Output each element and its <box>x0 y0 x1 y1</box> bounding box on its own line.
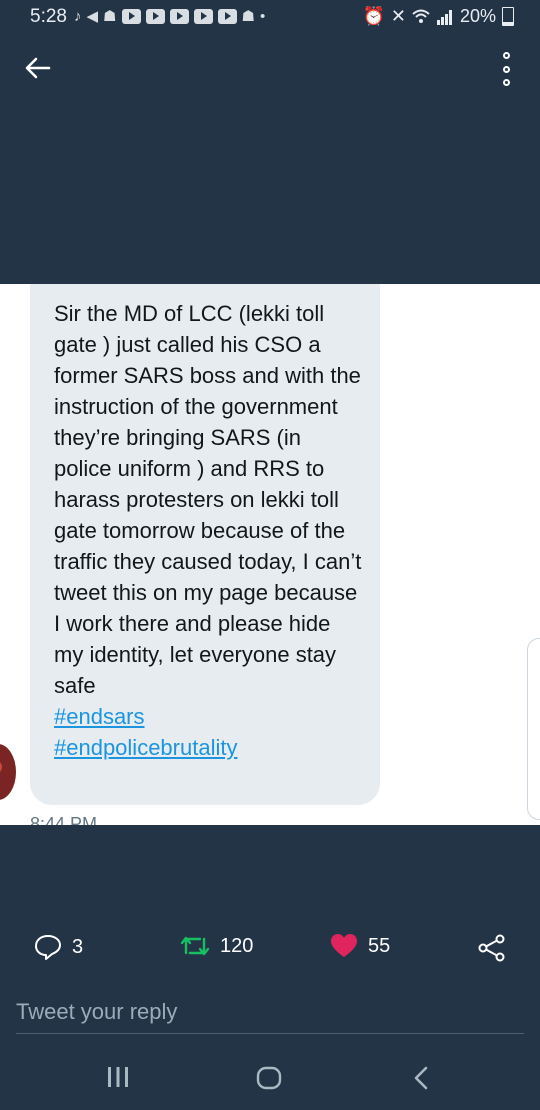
home-icon <box>256 1066 282 1090</box>
battery-text: 20% <box>459 6 496 26</box>
status-time: 5:28 <box>30 6 67 27</box>
reply-icon <box>35 935 61 960</box>
home-button[interactable] <box>256 1065 282 1096</box>
retweet-icon <box>180 936 210 956</box>
like-button[interactable]: 55 <box>330 933 390 959</box>
battery-icon <box>502 7 514 26</box>
system-status: ⏰ ✕ 20% <box>362 6 514 27</box>
share-icon <box>478 934 505 962</box>
nav-back-button[interactable] <box>410 1065 432 1096</box>
telegram-icon: ◀ <box>86 8 99 25</box>
avatar[interactable] <box>0 744 16 800</box>
arrow-left-icon <box>25 57 51 79</box>
side-card[interactable] <box>527 638 540 820</box>
more-vertical-icon <box>502 52 510 59</box>
share-button[interactable] <box>478 934 506 962</box>
youtube-icon <box>169 8 189 24</box>
retweet-count: 120 <box>220 934 254 957</box>
more-options-button[interactable] <box>494 52 518 86</box>
hashtag-endpolicebrutality[interactable]: #endpolicebrutality <box>54 732 364 763</box>
notification-icons: ♪ ◀ ☗ ☗ • <box>74 7 266 26</box>
wifi-icon <box>412 9 430 23</box>
tweet-actions: 3 120 55 <box>0 926 540 970</box>
back-icon <box>414 1066 428 1090</box>
navigation-bar <box>0 1050 540 1110</box>
status-bar: 5:28 ♪ ◀ ☗ ☗ • ⏰ ✕ 20% <box>0 0 540 34</box>
message-text-block: Sir the MD of LCC (lekki toll gate ) jus… <box>54 298 364 763</box>
heart-icon <box>331 934 357 957</box>
retweet-button[interactable]: 120 <box>180 933 253 959</box>
snapchat-icon: ☗ <box>241 8 255 25</box>
recent-apps-button[interactable] <box>106 1065 130 1094</box>
hashtag-endsars[interactable]: #endsars <box>54 701 364 732</box>
youtube-icon <box>145 8 165 24</box>
reply-input[interactable] <box>16 990 524 1034</box>
mute-icon: ✕ <box>390 6 406 26</box>
reply-count: 3 <box>72 935 84 958</box>
message-timestamp: 8:44 PM <box>30 814 98 825</box>
youtube-icon <box>217 8 237 24</box>
youtube-icon <box>121 8 141 24</box>
message-bubble: Sir the MD of LCC (lekki toll gate ) jus… <box>30 284 380 805</box>
recent-apps-icon <box>108 1067 128 1087</box>
more-notifications-icon: • <box>259 7 266 25</box>
message-text: Sir the MD of LCC (lekki toll gate ) jus… <box>54 301 368 698</box>
snapchat-icon: ☗ <box>103 8 117 25</box>
alarm-icon: ⏰ <box>362 6 385 26</box>
tiktok-icon: ♪ <box>74 7 82 25</box>
message-panel: Sir the MD of LCC (lekki toll gate ) jus… <box>0 284 540 825</box>
signal-icon <box>436 9 452 25</box>
top-bar <box>0 40 540 96</box>
youtube-icon <box>193 8 213 24</box>
like-count: 55 <box>368 934 391 957</box>
back-button[interactable] <box>18 50 58 86</box>
reply-button[interactable]: 3 <box>34 933 83 961</box>
